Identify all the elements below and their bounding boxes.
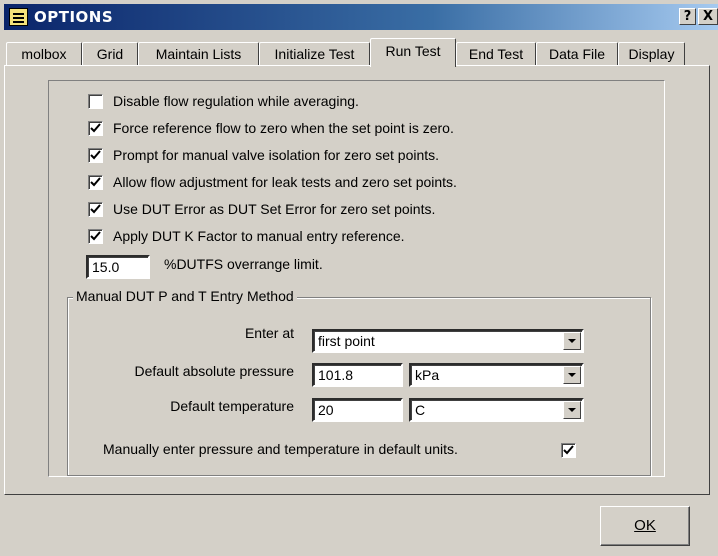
pressure-input[interactable]: 101.8 — [312, 363, 403, 387]
checkmark-icon — [90, 150, 101, 160]
option-label: Prompt for manual valve isolation for ze… — [113, 147, 440, 163]
temperature-unit-select[interactable]: C — [409, 398, 584, 422]
option-label: Use DUT Error as DUT Set Error for zero … — [113, 201, 436, 217]
default-units-checkbox[interactable] — [561, 443, 576, 458]
chevron-down-icon — [568, 373, 576, 377]
checkbox[interactable] — [88, 148, 103, 163]
temperature-unit-value: C — [415, 402, 426, 418]
checkbox[interactable] — [88, 202, 103, 217]
checkbox[interactable] — [88, 229, 103, 244]
tab-data-file[interactable]: Data File — [536, 42, 618, 66]
dropdown-button[interactable] — [563, 401, 581, 419]
window-title: OPTIONS — [34, 8, 114, 26]
tab-run-test[interactable]: Run Test — [370, 38, 456, 67]
checkbox[interactable] — [88, 94, 103, 109]
enter-at-value: first point — [318, 333, 375, 349]
chevron-down-icon — [568, 408, 576, 412]
manual-entry-group-title: Manual DUT P and T Entry Method — [73, 288, 297, 304]
title-bar[interactable]: OPTIONS ? X — [4, 4, 718, 30]
tab-display[interactable]: Display — [618, 42, 685, 66]
chevron-down-icon — [568, 339, 576, 343]
help-button[interactable]: ? — [679, 8, 696, 25]
option-label: Allow flow adjustment for leak tests and… — [113, 174, 457, 190]
enter-at-label: Enter at — [244, 325, 294, 341]
tab-initialize-test[interactable]: Initialize Test — [259, 42, 370, 66]
pressure-unit-value: kPa — [415, 367, 440, 383]
tab-maintain-lists[interactable]: Maintain Lists — [138, 42, 259, 66]
tab-molbox[interactable]: molbox — [6, 42, 82, 66]
temperature-label: Default temperature — [170, 398, 294, 414]
checkmark-icon — [90, 204, 101, 214]
pressure-unit-select[interactable]: kPa — [409, 363, 584, 387]
checkbox[interactable] — [88, 121, 103, 136]
close-button[interactable]: X — [698, 8, 718, 25]
ok-button[interactable]: OK — [600, 506, 690, 546]
default-units-label: Manually enter pressure and temperature … — [103, 441, 458, 457]
ok-label: OK — [634, 517, 656, 534]
dropdown-button[interactable] — [563, 332, 581, 350]
overrange-limit-label: %DUTFS overrange limit. — [164, 256, 323, 272]
temperature-input[interactable]: 20 — [312, 398, 403, 422]
pressure-label: Default absolute pressure — [134, 363, 294, 379]
checkmark-icon — [563, 445, 574, 455]
checkmark-icon — [90, 123, 101, 133]
tab-end-test[interactable]: End Test — [456, 42, 536, 66]
checkmark-icon — [90, 177, 101, 187]
checkmark-icon — [90, 231, 101, 241]
option-label: Force reference flow to zero when the se… — [113, 120, 454, 136]
tab-grid[interactable]: Grid — [82, 42, 138, 66]
option-label: Disable flow regulation while averaging. — [113, 93, 359, 109]
overrange-limit-input[interactable]: 15.0 — [86, 255, 150, 279]
options-window: OPTIONS ? X molbox Grid Maintain Lists I… — [0, 0, 718, 556]
option-label: Apply DUT K Factor to manual entry refer… — [113, 228, 405, 244]
enter-at-select[interactable]: first point — [312, 329, 584, 353]
window-menu-icon[interactable] — [9, 8, 28, 26]
checkbox[interactable] — [88, 175, 103, 190]
dropdown-button[interactable] — [563, 366, 581, 384]
tab-strip: molbox Grid Maintain Lists Initialize Te… — [4, 38, 718, 67]
